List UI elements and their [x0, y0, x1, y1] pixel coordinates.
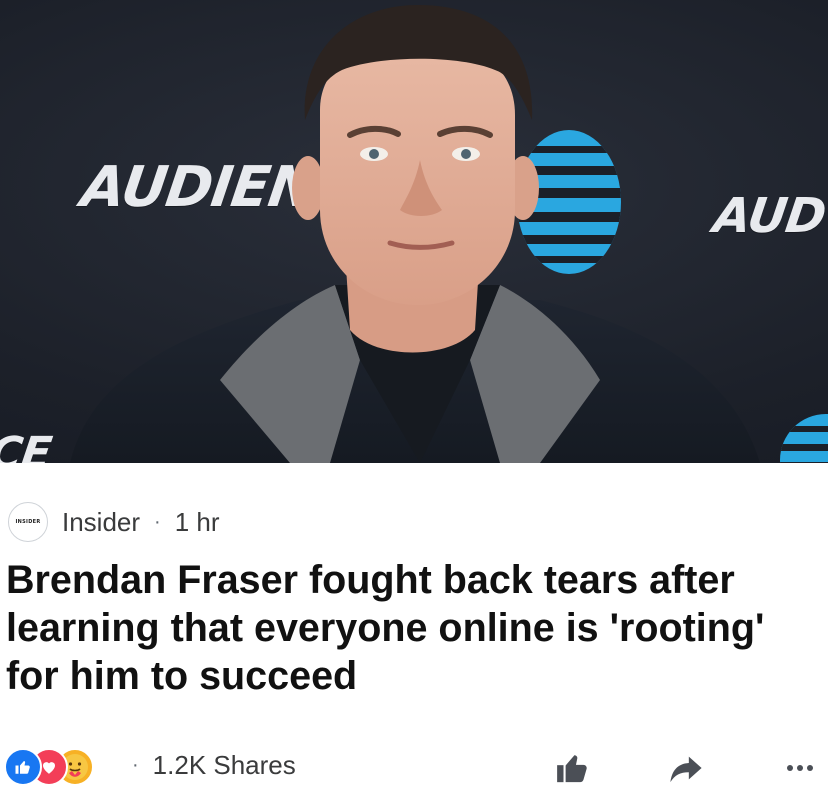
- shares-separator: ·: [132, 754, 139, 776]
- share-button[interactable]: [666, 748, 706, 788]
- like-button[interactable]: [552, 748, 592, 788]
- like-reaction-icon: [4, 748, 42, 786]
- reaction-summary[interactable]: [4, 748, 124, 786]
- post-timestamp[interactable]: 1 hr: [175, 507, 220, 538]
- post-source-row: INSIDER Insider · 1 hr: [8, 502, 220, 542]
- shares-count[interactable]: · 1.2K Shares: [132, 750, 296, 781]
- meta-separator: ·: [154, 510, 161, 533]
- shares-label: 1.2K Shares: [152, 750, 296, 780]
- ellipsis-icon: [787, 765, 813, 771]
- share-arrow-icon: [670, 756, 702, 783]
- thumbs-up-icon: [557, 755, 587, 783]
- insider-logo-icon[interactable]: INSIDER: [8, 502, 48, 542]
- more-options-button[interactable]: [780, 748, 820, 788]
- post-headline[interactable]: Brendan Fraser fought back tears after l…: [6, 556, 826, 700]
- source-name-link[interactable]: Insider: [62, 507, 140, 538]
- post-footer: · 1.2K Shares: [4, 742, 824, 792]
- person-portrait: [70, 5, 760, 463]
- post-photo[interactable]: AUDIEN AUD CE: [0, 0, 828, 463]
